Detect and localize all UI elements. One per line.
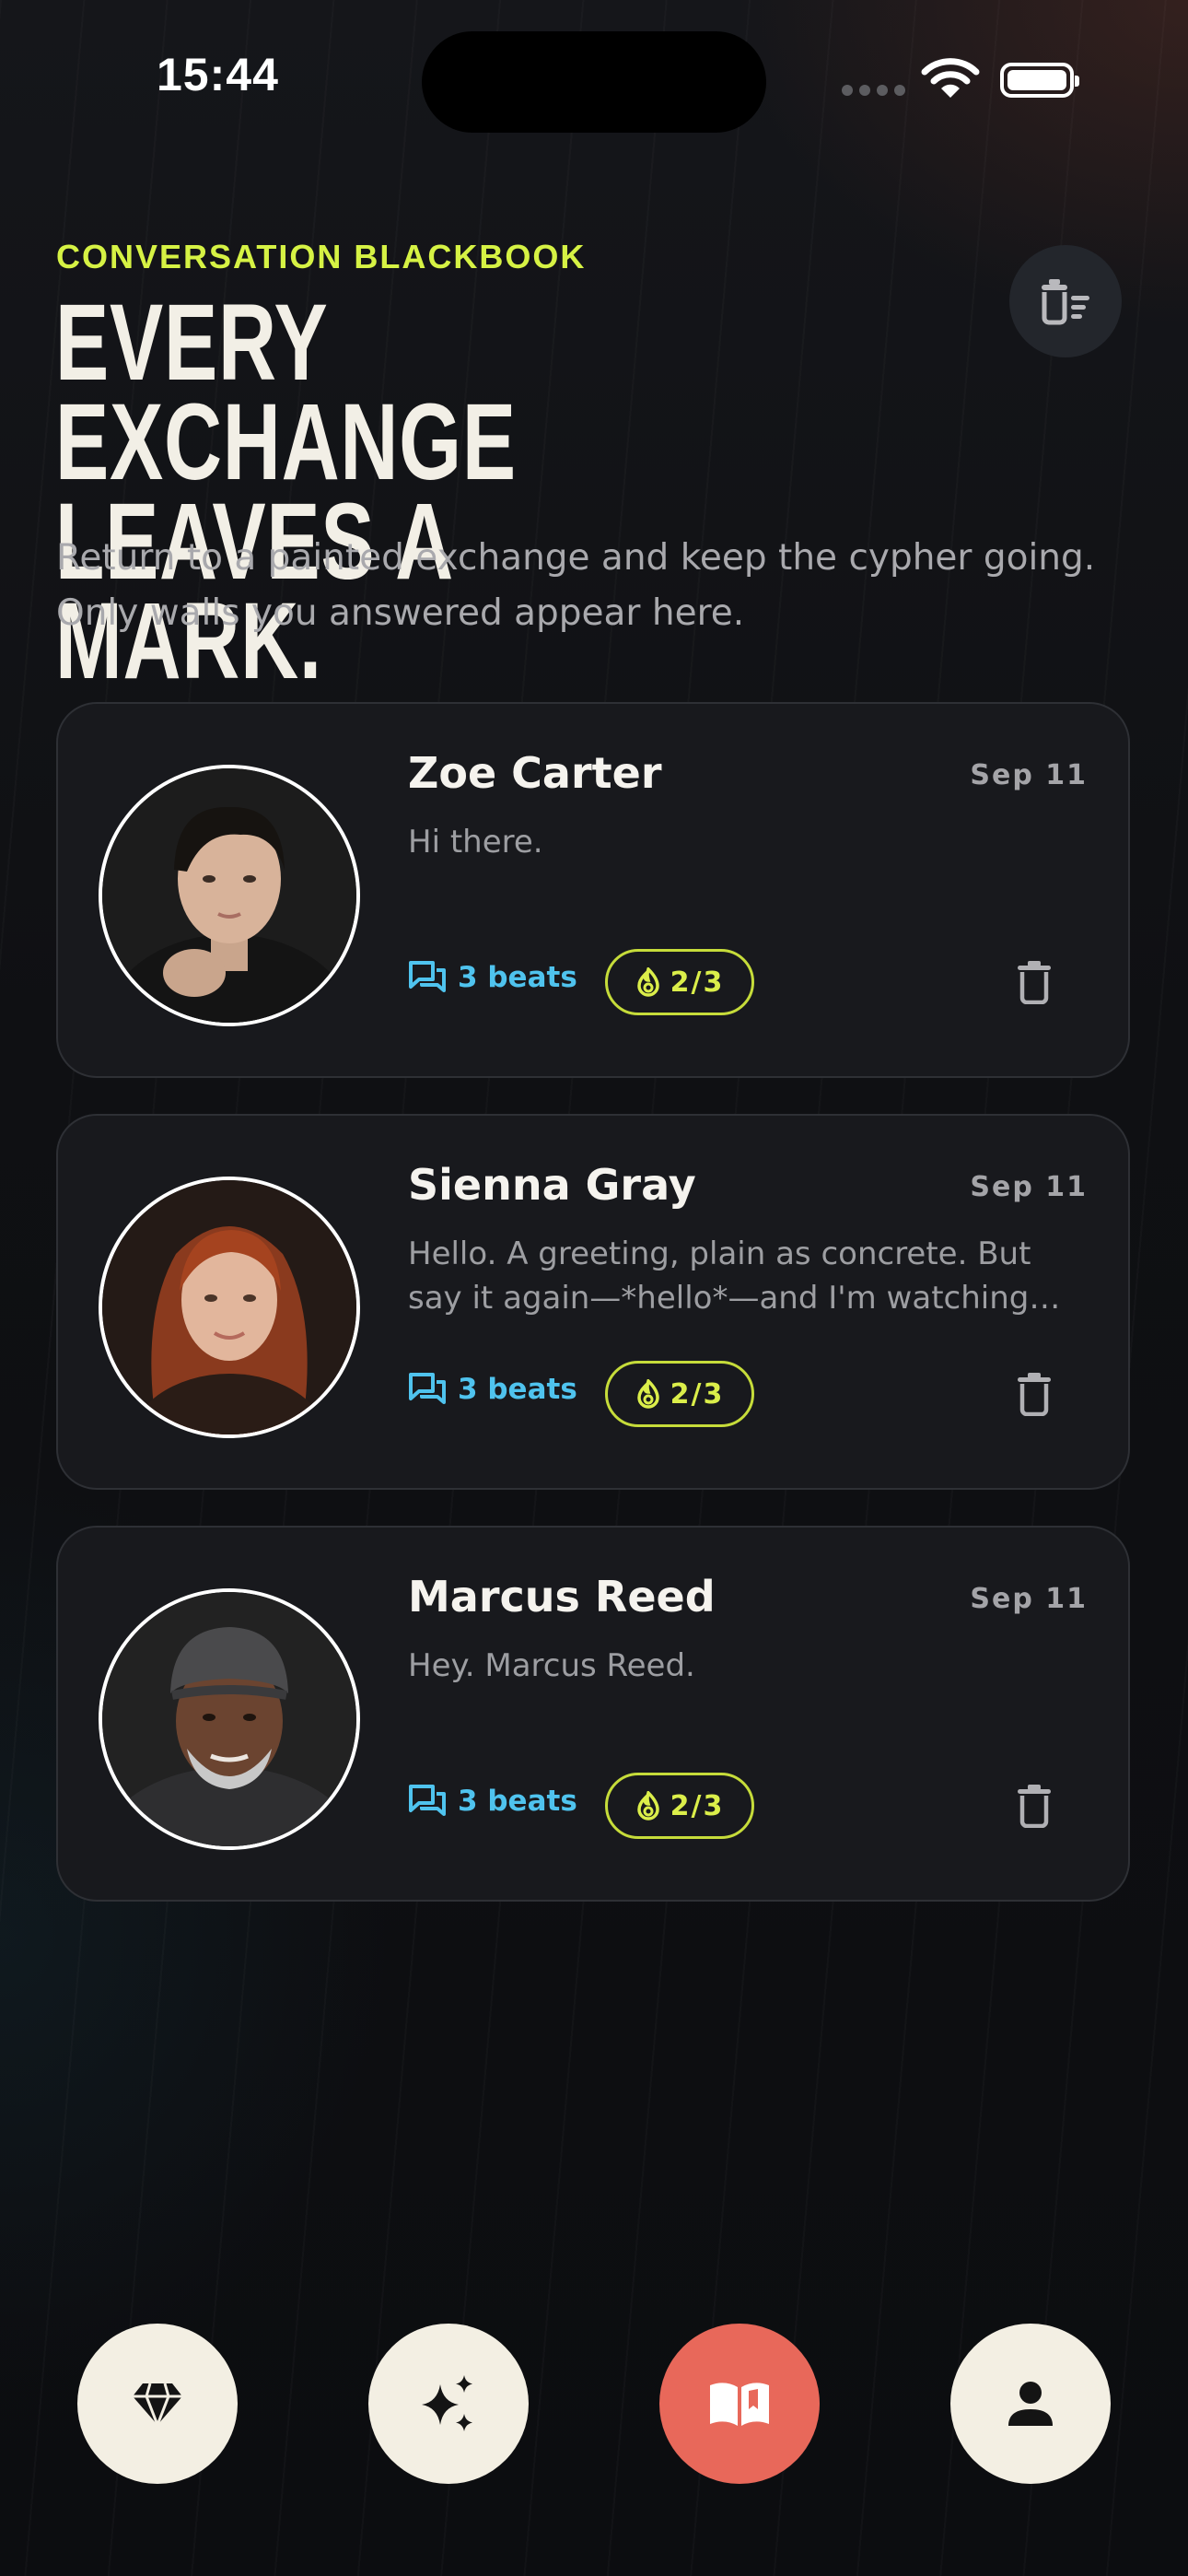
conversation-date: Sep 11: [970, 1583, 1088, 1615]
avatar: [99, 1588, 360, 1850]
contact-name: Zoe Carter: [408, 748, 662, 798]
message-preview: Hi there.: [408, 824, 543, 861]
beats-count: 3 beats: [408, 960, 577, 995]
streak-value: 2/3: [670, 1377, 725, 1411]
flame-icon: [636, 967, 659, 997]
conversation-card[interactable]: Marcus Reed Sep 11 Hey. Marcus Reed. 3 b…: [56, 1526, 1130, 1902]
sparkles-icon: [422, 2375, 472, 2431]
delete-conversation-button[interactable]: [1016, 960, 1053, 1008]
trash-icon: [1018, 961, 1051, 1005]
contact-name: Marcus Reed: [408, 1572, 716, 1622]
diamond-icon: [133, 2383, 182, 2426]
clear-history-button[interactable]: [1009, 245, 1122, 357]
beats-count: 3 beats: [408, 1784, 577, 1819]
delete-conversation-button[interactable]: [1016, 1372, 1053, 1420]
trash-icon: [1018, 1373, 1051, 1417]
open-book-icon: [710, 2383, 769, 2426]
chat-bubbles-icon: [409, 961, 446, 992]
flame-icon: [636, 1791, 659, 1821]
flame-icon: [636, 1379, 659, 1409]
conversation-card[interactable]: Zoe Carter Sep 11 Hi there. 3 beats 2/3: [56, 702, 1130, 1078]
trash-icon: [1018, 1785, 1051, 1829]
dynamic-island: [422, 31, 766, 133]
beats-label: 3 beats: [458, 1373, 577, 1406]
clear-list-icon: [1042, 279, 1089, 325]
avatar: [99, 765, 360, 1026]
headline-line-1: EVERY EXCHANGE: [55, 282, 517, 503]
message-preview: Hey. Marcus Reed.: [408, 1647, 695, 1684]
beats-label: 3 beats: [458, 1785, 577, 1818]
beats-count: 3 beats: [408, 1372, 577, 1407]
beats-label: 3 beats: [458, 961, 577, 994]
delete-conversation-button[interactable]: [1016, 1784, 1053, 1832]
battery-icon: [1000, 63, 1079, 98]
nav-discover-button[interactable]: [368, 2324, 529, 2484]
nav-profile-button[interactable]: [950, 2324, 1111, 2484]
conversation-date: Sep 11: [970, 1171, 1088, 1203]
nav-premium-button[interactable]: [77, 2324, 238, 2484]
streak-badge: 2/3: [605, 1773, 754, 1839]
cellular-signal-icon: [842, 85, 905, 96]
nav-blackbook-button[interactable]: [659, 2324, 820, 2484]
streak-value: 2/3: [670, 966, 725, 999]
chat-bubbles-icon: [409, 1373, 446, 1404]
status-time: 15:44: [157, 49, 279, 100]
contact-name: Sienna Gray: [408, 1160, 696, 1210]
conversation-date: Sep 11: [970, 759, 1088, 791]
message-preview: Hello. A greeting, plain as concrete. Bu…: [408, 1235, 1031, 1317]
conversation-card[interactable]: Sienna Gray Sep 11 Hello. A greeting, pl…: [56, 1114, 1130, 1490]
wifi-icon: [921, 57, 980, 103]
page-subtitle: Return to a painted exchange and keep th…: [56, 537, 1096, 634]
eyebrow-label: CONVERSATION BLACKBOOK: [56, 238, 587, 275]
streak-badge: 2/3: [605, 949, 754, 1015]
streak-badge: 2/3: [605, 1361, 754, 1427]
chat-bubbles-icon: [409, 1785, 446, 1816]
streak-value: 2/3: [670, 1789, 725, 1822]
person-icon: [1008, 2382, 1053, 2426]
avatar: [99, 1177, 360, 1438]
